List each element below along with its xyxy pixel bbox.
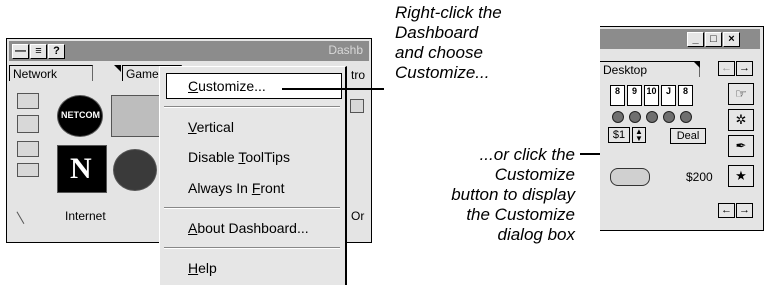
tab-desktop[interactable]: Desktop: [600, 61, 700, 77]
menu-item-always-in-front[interactable]: Always In Front: [188, 180, 285, 196]
menu-item-disable-tooltips[interactable]: Disable ToolTips: [188, 149, 290, 165]
callout-line-top: [282, 88, 384, 90]
menu-item-vertical[interactable]: Vertical: [188, 119, 234, 135]
card-3[interactable]: 10: [644, 85, 659, 106]
menu-item-customize[interactable]: Customize...: [188, 78, 266, 94]
bet-stepper[interactable]: ▲ ▼: [632, 127, 646, 143]
tab-desktop-label: Desktop: [603, 63, 648, 77]
star-icon[interactable]: ★: [728, 165, 754, 187]
menu-separator: [164, 247, 340, 249]
minimize-icon[interactable]: _: [687, 32, 704, 47]
tab-next-arrow-icon[interactable]: →: [736, 61, 753, 76]
minimize-icon[interactable]: —: [12, 44, 29, 59]
menu-separator: [164, 106, 340, 108]
card-2[interactable]: 9: [627, 85, 642, 106]
tab-corner-icon: [693, 61, 700, 68]
callout-top: Right-click the Dashboard and choose Custo…: [395, 3, 502, 82]
customize-button[interactable]: ✒: [728, 135, 754, 157]
hand-icon[interactable]: ☞: [728, 83, 754, 105]
right-panel-fragment: Or: [351, 209, 365, 223]
globe-icon[interactable]: [113, 149, 157, 191]
keyboard-icon[interactable]: [17, 93, 39, 109]
dashboard-window-right: _ □ × Desktop ← → 8 9 10 J 8 $1 ▲ ▼ Deal …: [600, 26, 764, 231]
maximize-icon[interactable]: □: [705, 32, 722, 47]
drive-icon[interactable]: [17, 163, 39, 177]
hold-indicator-2[interactable]: [629, 111, 641, 123]
tab-corner-icon: [114, 65, 121, 72]
scroll-arrow-icon[interactable]: [350, 99, 364, 113]
panel-next-arrow-icon[interactable]: →: [736, 203, 753, 218]
panel-prev-arrow-icon[interactable]: ←: [718, 203, 735, 218]
netcom-icon[interactable]: NETCOM: [57, 95, 103, 137]
hold-indicator-4[interactable]: [663, 111, 675, 123]
orientation-icon[interactable]: ≡: [30, 44, 47, 59]
menu-separator: [164, 207, 340, 209]
pen-icon[interactable]: [17, 115, 39, 133]
menu-item-help[interactable]: Help: [188, 260, 217, 276]
context-menu: Customize... Vertical Disable ToolTips A…: [159, 66, 347, 285]
card-4[interactable]: J: [661, 85, 676, 106]
card-1[interactable]: 8: [610, 85, 625, 106]
tab-network-label: Network: [13, 67, 58, 81]
runner-icon[interactable]: ✲: [728, 109, 754, 131]
menu-item-about-dashboard[interactable]: About Dashboard...: [188, 220, 309, 236]
window-title: Dashb: [328, 43, 363, 57]
computer-icon[interactable]: [111, 95, 163, 137]
help-icon[interactable]: ?: [48, 44, 65, 59]
money-amount: $200: [686, 170, 713, 184]
tab-games-label: Game: [126, 67, 159, 81]
callout-bottom: ...or click the Customize button to displ…: [451, 145, 575, 244]
bet-value: $1: [608, 127, 630, 143]
panel-label: Internet: [65, 209, 106, 223]
coins-icon: [610, 168, 650, 186]
folder-icon[interactable]: [17, 141, 39, 157]
tab-network[interactable]: Network: [9, 65, 93, 81]
netscape-icon[interactable]: N: [57, 145, 107, 193]
hold-indicator-3[interactable]: [646, 111, 658, 123]
close-icon[interactable]: ×: [723, 32, 740, 47]
hold-indicator-5[interactable]: [680, 111, 692, 123]
tab-prev-arrow-icon[interactable]: ←: [718, 61, 735, 76]
deal-button[interactable]: Deal: [670, 128, 706, 144]
hold-indicator-1[interactable]: [612, 111, 624, 123]
right-tab-fragment: tro: [351, 68, 366, 82]
card-5[interactable]: 8: [678, 85, 693, 106]
